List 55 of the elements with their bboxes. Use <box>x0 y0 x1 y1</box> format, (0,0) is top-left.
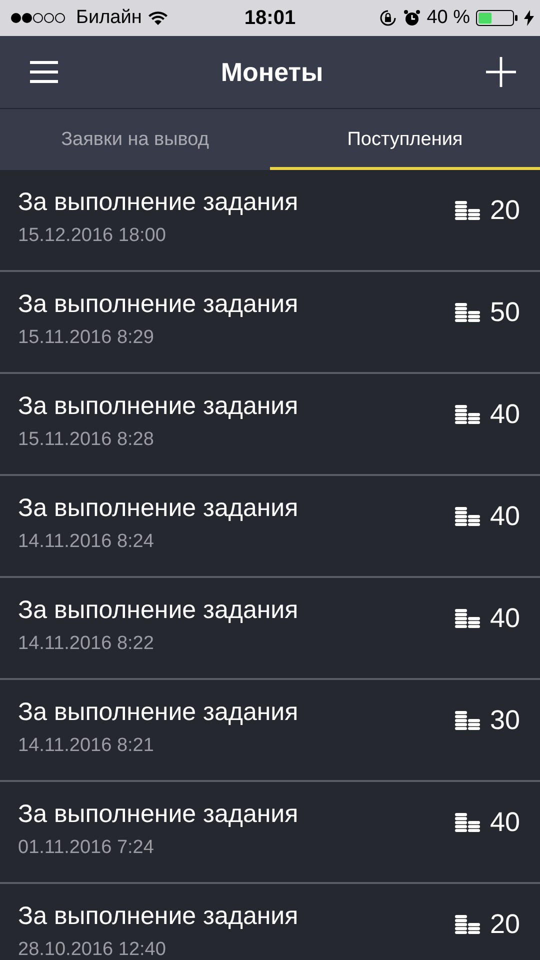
coin-amount: 50 <box>490 296 520 328</box>
coins-icon <box>454 200 480 220</box>
item-date: 01.11.2016 7:24 <box>18 836 155 858</box>
item-title: За выполнение задания <box>18 494 298 522</box>
item-date: 15.11.2016 8:29 <box>18 326 155 348</box>
battery-icon <box>476 10 518 26</box>
item-date: 15.12.2016 18:00 <box>18 224 167 246</box>
rotation-lock-icon <box>378 9 397 27</box>
list-item[interactable]: За выполнение задания 28.10.2016 12:40 20 <box>0 884 540 960</box>
coins-icon <box>454 506 480 526</box>
item-title: За выполнение задания <box>18 188 298 216</box>
coin-amount: 20 <box>490 194 520 226</box>
list-item[interactable]: За выполнение задания 15.12.2016 18:00 20 <box>0 170 540 272</box>
coin-amount: 20 <box>490 908 520 940</box>
list-item[interactable]: За выполнение задания 14.11.2016 8:21 30 <box>0 680 540 782</box>
tab[interactable]: Заявки на вывод <box>0 109 270 170</box>
item-title: За выполнение задания <box>18 392 298 420</box>
battery-percent: 40 % <box>426 7 470 29</box>
item-date: 14.11.2016 8:21 <box>18 734 155 756</box>
list-item[interactable]: За выполнение задания 14.11.2016 8:22 40 <box>0 578 540 680</box>
charging-icon <box>524 10 534 26</box>
item-date: 14.11.2016 8:24 <box>18 530 155 552</box>
coins-icon <box>454 608 480 628</box>
item-title: За выполнение задания <box>18 698 298 726</box>
item-title: За выполнение задания <box>18 290 298 318</box>
plus-icon <box>486 57 516 87</box>
item-date: 15.11.2016 8:28 <box>18 428 155 450</box>
item-title: За выполнение задания <box>18 596 298 624</box>
item-date: 28.10.2016 12:40 <box>18 938 167 960</box>
coin-amount: 40 <box>490 806 520 838</box>
screen-title: Монеты <box>220 56 324 88</box>
list-item[interactable]: За выполнение задания 15.11.2016 8:28 40 <box>0 374 540 476</box>
coin-amount: 40 <box>490 602 520 634</box>
coins-icon <box>454 914 480 934</box>
menu-icon <box>30 61 58 83</box>
list-item[interactable]: За выполнение задания 15.11.2016 8:29 50 <box>0 272 540 374</box>
wifi-icon <box>148 10 168 26</box>
status-time: 18:01 <box>244 6 296 30</box>
carrier-name: Билайн <box>76 7 142 29</box>
add-button[interactable] <box>486 57 516 87</box>
list-item[interactable]: За выполнение задания 14.11.2016 8:24 40 <box>0 476 540 578</box>
menu-button[interactable] <box>30 61 58 83</box>
coin-amount: 30 <box>490 704 520 736</box>
coins-icon <box>454 302 480 322</box>
item-title: За выполнение задания <box>18 800 298 828</box>
item-date: 14.11.2016 8:22 <box>18 632 155 654</box>
coin-amount: 40 <box>490 398 520 430</box>
item-title: За выполнение задания <box>18 902 298 930</box>
coins-icon <box>454 710 480 730</box>
alarm-icon <box>402 9 421 27</box>
coin-amount: 40 <box>490 500 520 532</box>
coins-icon <box>454 812 480 832</box>
coins-icon <box>454 404 480 424</box>
list-item[interactable]: За выполнение задания 01.11.2016 7:24 40 <box>0 782 540 884</box>
tab[interactable]: Поступления <box>270 109 540 170</box>
